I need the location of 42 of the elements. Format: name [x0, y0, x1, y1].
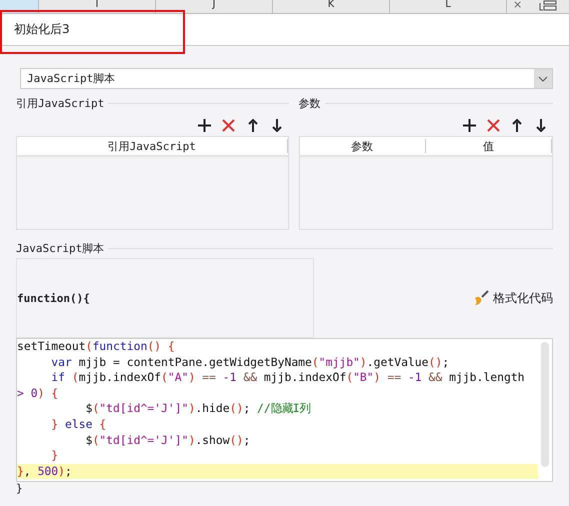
arrow-up-icon [248, 118, 258, 132]
code-line: } [50, 448, 60, 464]
tab-title: 初始化后3 [14, 21, 70, 38]
code-line: > 0) { [17, 386, 60, 402]
delete-icon [486, 118, 500, 132]
section-legend: 参数 [298, 96, 321, 110]
code-line: if (mjjb.indexOf("A") == -1 && mjjb.indexOf("B") == -1 && mjjb.length [50, 370, 526, 386]
column-header: K [273, 0, 390, 13]
column-header: L [390, 0, 507, 13]
code-line: var mjjb = contentPane.getWidgetByName("mjjb").getValue(); [50, 354, 450, 370]
event-tab[interactable]: 初始化后3 [0, 14, 569, 46]
plus-icon [462, 118, 476, 132]
column-header: 值 [426, 139, 552, 153]
code-line: $("td[id^='J']").show(); [84, 432, 252, 448]
brush-icon [473, 290, 489, 306]
chevron-down-icon [534, 69, 552, 88]
scrollbar[interactable] [541, 342, 549, 467]
script-type-dropdown[interactable]: JavaScript脚本 [20, 68, 553, 89]
delete-button[interactable] [220, 117, 237, 133]
close-glyph[interactable]: × [513, 0, 522, 10]
function-header: function(){ [17, 292, 90, 304]
code-editor[interactable] [16, 338, 553, 482]
section-legend: JavaScript脚本 [16, 240, 104, 256]
column-header: J [156, 0, 273, 13]
arrow-down-icon [536, 118, 546, 132]
section-legend: 引用JavaScript [16, 96, 104, 110]
delete-button[interactable] [485, 117, 501, 133]
column-header: 参数 [300, 139, 426, 153]
add-button[interactable] [196, 117, 213, 133]
arrow-up-icon [512, 118, 522, 132]
function-footer: } [16, 482, 553, 495]
arrow-down-icon [272, 118, 282, 132]
code-line: $("td[id^='J']").hide(); //隐藏I列 [84, 401, 312, 417]
add-button[interactable] [461, 117, 477, 133]
panel-icon[interactable] [539, 0, 557, 11]
plus-icon [198, 118, 212, 132]
column-header: 引用JavaScript [17, 139, 288, 153]
format-code-button[interactable]: 格式化代码 [473, 290, 553, 306]
delete-icon [222, 118, 236, 132]
code-line: setTimeout(function() { [17, 339, 176, 355]
code-line: } else { [50, 416, 108, 433]
column-header: I [39, 0, 156, 13]
